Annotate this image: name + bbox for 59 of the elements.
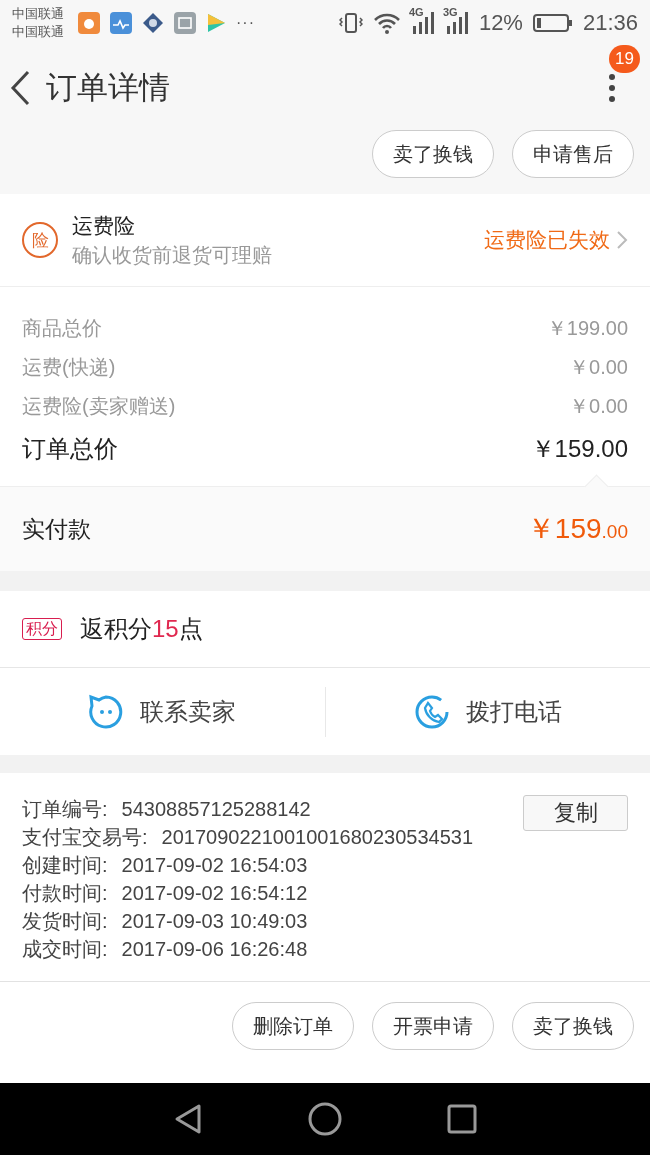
contact-button[interactable]: 联系卖家 (0, 668, 325, 755)
price-label: 订单总价 (22, 434, 118, 464)
price-value: ￥199.00 (546, 316, 628, 341)
app-icon (142, 11, 164, 34)
insurance-subtitle: 确认收货前退货可理赔 (72, 242, 273, 268)
app-icon (174, 11, 196, 34)
contact-button[interactable]: 拨打电话 (325, 668, 650, 755)
info-label: 订单编号: (22, 796, 108, 822)
chevron-right-icon (616, 230, 628, 250)
info-value: 54308857125288142 (121, 797, 311, 821)
clock-time: 21:36 (582, 9, 638, 36)
more-menu-icon[interactable] (608, 72, 616, 103)
app-icon (206, 11, 226, 34)
battery-percent: 12% (478, 9, 523, 36)
paid-amount: ￥159.00 (526, 512, 628, 546)
page-title: 订单详情 (46, 68, 171, 107)
info-value: 2017-09-02 16:54:03 (121, 853, 308, 877)
price-value: ￥0.00 (569, 394, 628, 419)
points-tag: 积分 (22, 618, 62, 640)
network-type: 3G (442, 5, 458, 18)
price-value: ￥159.00 (530, 434, 628, 464)
paid-label: 实付款 (22, 514, 91, 544)
phone-icon (413, 693, 450, 730)
info-label: 发货时间: (22, 908, 108, 934)
home-nav-icon[interactable] (308, 1102, 342, 1136)
info-value: 2017090221001001680230534531 (161, 825, 473, 849)
info-label: 支付宝交易号: (22, 824, 148, 850)
carrier-name: 中国联通 (12, 4, 64, 23)
info-label: 成交时间: (22, 936, 108, 962)
insurance-title: 运费险 (72, 212, 136, 239)
price-label: 运费(快递) (22, 355, 116, 380)
action-button[interactable]: 删除订单 (232, 1002, 354, 1050)
chat-face-icon (88, 693, 125, 730)
network-type: 4G (408, 5, 424, 18)
vibrate-icon (338, 11, 363, 34)
action-button[interactable]: 卖了换钱 (372, 130, 494, 178)
action-button[interactable]: 开票申请 (372, 1002, 494, 1050)
points-text: 返积分15点 (80, 614, 203, 644)
back-nav-icon[interactable] (173, 1103, 203, 1135)
notification-badge: 19 (609, 44, 640, 73)
action-button[interactable]: 卖了换钱 (512, 1002, 634, 1050)
more-notifications-icon: ··· (236, 13, 255, 32)
price-label: 运费险(卖家赠送) (22, 394, 176, 419)
wifi-icon (372, 11, 401, 34)
insurance-badge: 险 (22, 222, 58, 258)
info-value: 2017-09-06 16:26:48 (121, 937, 308, 961)
info-label: 创建时间: (22, 852, 108, 878)
recents-nav-icon[interactable] (447, 1104, 477, 1134)
action-button[interactable]: 申请售后 (512, 130, 634, 178)
info-value: 2017-09-02 16:54:12 (121, 881, 308, 905)
carrier-name: 中国联通 (12, 22, 64, 41)
price-label: 商品总价 (22, 316, 102, 341)
info-label: 付款时间: (22, 880, 108, 906)
battery-icon (532, 12, 573, 33)
copy-button[interactable]: 复制 (523, 795, 628, 831)
app-icon (78, 11, 100, 34)
app-icon (110, 11, 132, 34)
price-value: ￥0.00 (569, 355, 628, 380)
info-value: 2017-09-03 10:49:03 (121, 909, 308, 933)
